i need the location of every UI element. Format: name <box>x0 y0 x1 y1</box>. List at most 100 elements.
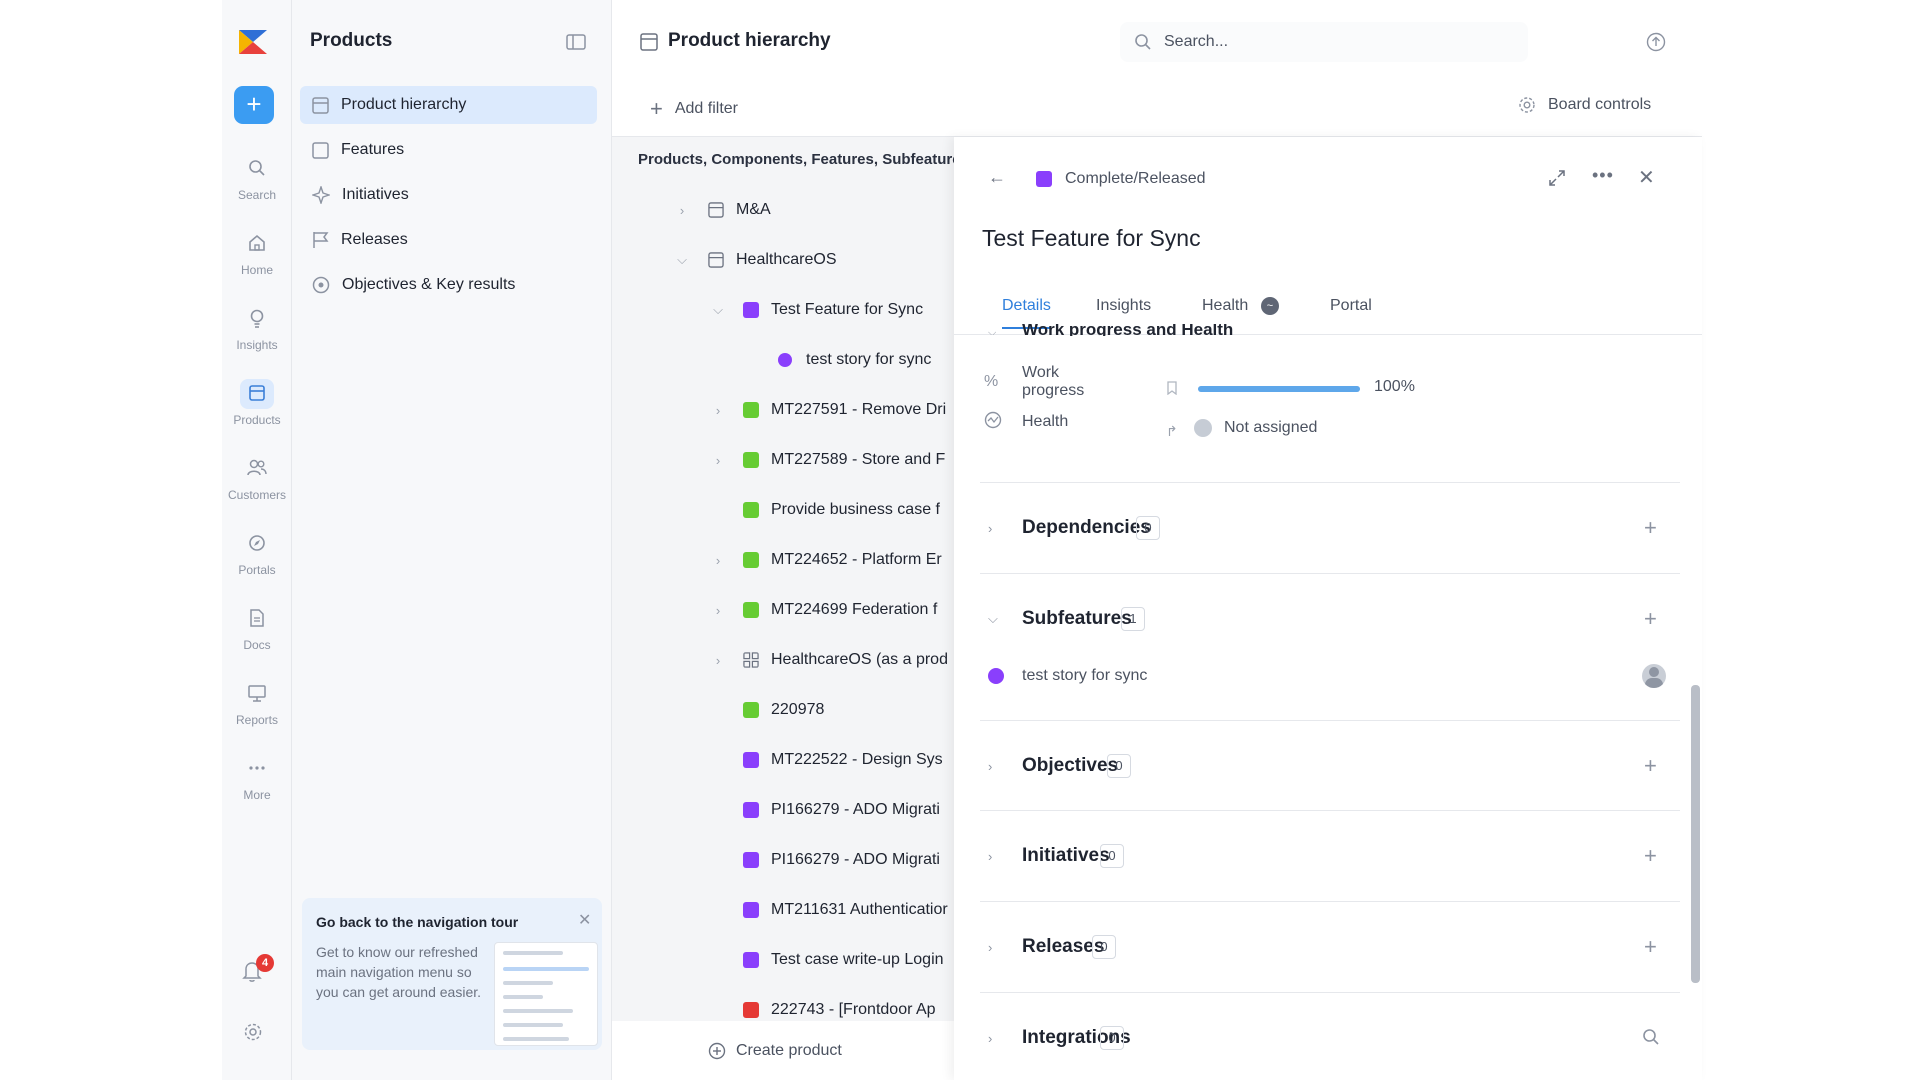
back-arrow-icon[interactable]: ← <box>988 167 1006 188</box>
close-icon[interactable]: ✕ <box>1638 165 1655 190</box>
section-initiatives[interactable]: › Initiatives 0 + <box>982 836 1682 876</box>
tree-row[interactable]: MT222522 - Design Sys <box>612 740 954 780</box>
tree-row[interactable]: MT211631 Authenticatior <box>612 890 954 930</box>
sidebar-item-label: Releases <box>341 231 408 248</box>
chevron-right-icon[interactable]: › <box>710 553 726 568</box>
chevron-right-icon[interactable]: › <box>710 653 726 668</box>
tree-row[interactable]: ⌵ HealthcareOS <box>612 240 954 280</box>
chevron-right-icon[interactable]: › <box>988 521 992 536</box>
close-icon[interactable]: ✕ <box>578 910 591 930</box>
chevron-right-icon[interactable]: › <box>674 203 690 218</box>
chevron-down-icon[interactable]: ⌵ <box>710 302 726 318</box>
more-options-icon[interactable]: ••• <box>1592 165 1614 186</box>
feature-status-square <box>743 402 759 418</box>
section-subfeatures[interactable]: ⌵ Subfeatures 1 + <box>982 599 1682 639</box>
bookmark-icon[interactable] <box>1166 381 1178 400</box>
work-progress-bar[interactable] <box>1198 386 1360 392</box>
sidebar-item-objectives[interactable]: Objectives & Key results <box>300 266 597 304</box>
tree-row[interactable]: Test case write-up Login <box>612 940 954 980</box>
navigation-tour-card[interactable]: Go back to the navigation tour ✕ Get to … <box>302 898 602 1050</box>
health-value[interactable]: Not assigned <box>1194 419 1317 437</box>
detail-scrollbar[interactable] <box>1691 685 1700 983</box>
add-filter-button[interactable]: + Add filter <box>650 96 738 122</box>
sidebar-item-features[interactable]: Features <box>300 131 597 169</box>
tree-row[interactable]: ⌵ Test Feature for Sync <box>612 290 954 330</box>
plus-icon[interactable]: + <box>1644 934 1657 960</box>
section-title: Subfeatures <box>1022 608 1132 629</box>
upload-icon[interactable] <box>1646 32 1666 57</box>
rail-item-portals[interactable]: Portals <box>222 529 292 577</box>
section-title-work-progress-health: Work progress and Health <box>1022 324 1234 336</box>
chevron-down-icon[interactable]: ⌵ <box>988 327 996 335</box>
tree-row[interactable]: test story for sync <box>612 340 954 380</box>
tree-row[interactable]: › M&A <box>612 190 954 230</box>
board-controls-button[interactable]: Board controls <box>1518 96 1651 114</box>
tree-row[interactable]: › MT224699 Federation f <box>612 590 954 630</box>
tree-row[interactable]: › MT224652 - Platform Er <box>612 540 954 580</box>
chevron-right-icon[interactable]: › <box>988 759 992 774</box>
tree-row-label: PI166279 - ADO Migrati <box>771 801 940 818</box>
rail-item-reports[interactable]: Reports <box>222 679 292 727</box>
plus-icon[interactable]: + <box>1644 515 1657 541</box>
add-filter-label: Add filter <box>674 100 738 117</box>
chevron-right-icon[interactable]: › <box>988 849 992 864</box>
tree-row[interactable]: › MT227589 - Store and F <box>612 440 954 480</box>
chevron-right-icon[interactable]: › <box>988 1031 992 1046</box>
collapse-sidebar-icon[interactable] <box>566 33 586 56</box>
feature-status-square <box>743 752 759 768</box>
app-logo[interactable] <box>237 28 269 56</box>
tree-row[interactable]: 220978 <box>612 690 954 730</box>
sidebar-item-initiatives[interactable]: Initiatives <box>300 176 597 214</box>
tree-row[interactable]: › HealthcareOS (as a prod <box>612 640 954 680</box>
sidebar-item-product-hierarchy[interactable]: Product hierarchy <box>300 86 597 124</box>
rail-item-label: Products <box>233 413 281 427</box>
chevron-right-icon[interactable]: › <box>988 940 992 955</box>
gear-icon[interactable] <box>243 1022 263 1047</box>
chevron-down-icon[interactable]: ⌵ <box>988 611 998 627</box>
create-new-button[interactable]: + <box>234 86 274 124</box>
work-progress-label: Work progress <box>1022 364 1085 399</box>
tree-row[interactable]: PI166279 - ADO Migrati <box>612 790 954 830</box>
chevron-down-icon[interactable]: ⌵ <box>674 252 690 268</box>
avatar[interactable] <box>1642 664 1666 688</box>
tab-health[interactable]: Health <box>1202 297 1248 327</box>
chevron-right-icon[interactable]: › <box>710 453 726 468</box>
section-objectives[interactable]: › Objectives 0 + <box>982 746 1682 786</box>
home-icon <box>240 229 274 259</box>
rail-item-more[interactable]: More <box>222 754 292 802</box>
section-releases[interactable]: › Releases 0 + <box>982 927 1682 967</box>
feature-title[interactable]: Test Feature for Sync <box>982 225 1201 252</box>
count-badge: 0 <box>1092 935 1116 959</box>
share-arrow-icon: ↱ <box>1166 423 1178 439</box>
tab-portal[interactable]: Portal <box>1330 297 1372 327</box>
rail-item-home[interactable]: Home <box>222 229 292 277</box>
rail-item-label: More <box>243 788 271 802</box>
create-product-button[interactable]: Create product <box>612 1021 954 1080</box>
search-box[interactable] <box>1120 22 1528 62</box>
chevron-right-icon[interactable]: › <box>710 603 726 618</box>
search-input[interactable] <box>1164 33 1504 51</box>
rail-item-insights[interactable]: Insights <box>222 304 292 352</box>
section-integrations[interactable]: › Integrations 0 <box>982 1018 1682 1058</box>
tree-row-label: 222743 - [Frontdoor Ap <box>771 1001 936 1018</box>
search-icon[interactable] <box>1642 1028 1660 1051</box>
tree-row[interactable]: › MT227591 - Remove Dri <box>612 390 954 430</box>
expand-icon[interactable] <box>1548 169 1566 192</box>
chevron-right-icon[interactable]: › <box>710 403 726 418</box>
plus-icon[interactable]: + <box>1644 606 1657 632</box>
sidebar-item-releases[interactable]: Releases <box>300 221 597 259</box>
page-title: Product hierarchy <box>668 30 831 51</box>
plus-icon[interactable]: + <box>1644 843 1657 869</box>
tour-title: Go back to the navigation tour <box>316 914 519 930</box>
rail-item-products[interactable]: Products <box>222 379 292 427</box>
rail-item-customers[interactable]: Customers <box>222 454 292 502</box>
rail-item-docs[interactable]: Docs <box>222 604 292 652</box>
section-dependencies[interactable]: › Dependencies 0 + <box>982 508 1682 548</box>
plus-icon[interactable]: + <box>1644 753 1657 779</box>
subfeature-row[interactable]: test story for sync <box>982 656 1682 696</box>
rail-item-search[interactable]: Search <box>222 154 292 202</box>
tree-row[interactable]: PI166279 - ADO Migrati <box>612 840 954 880</box>
tree-row[interactable]: Provide business case f <box>612 490 954 530</box>
tab-insights[interactable]: Insights <box>1096 297 1151 327</box>
status-label[interactable]: Complete/Released <box>1065 170 1206 188</box>
